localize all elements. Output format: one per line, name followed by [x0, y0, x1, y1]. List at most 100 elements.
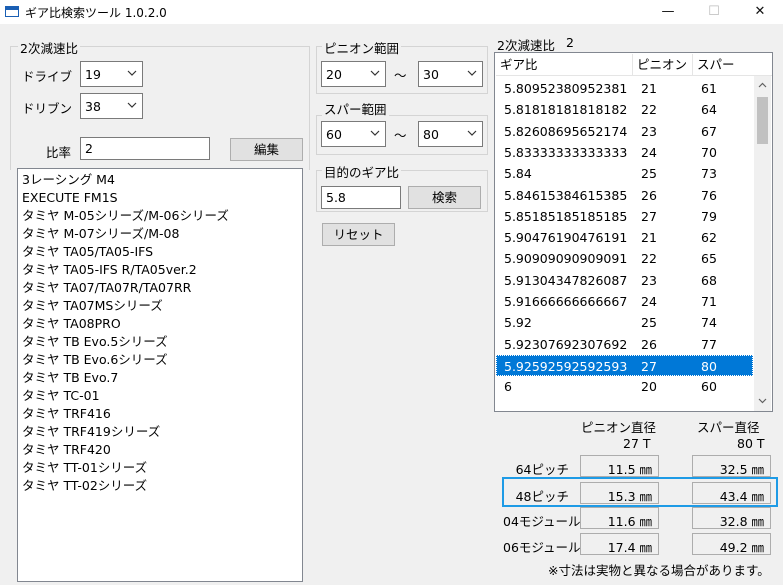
list-item[interactable]: タミヤ TT-01シリーズ: [22, 459, 147, 477]
edit-button[interactable]: 編集: [230, 138, 303, 161]
gear-ratio-table[interactable]: ギア比 ピニオン スパー 5.80952380952381 21 61 5.81818…: [494, 52, 773, 412]
reduction-group-label: 2次減速比: [18, 38, 80, 57]
reset-button[interactable]: リセット: [322, 223, 395, 246]
table-row[interactable]: 5.80952380952381 21 61: [496, 78, 753, 99]
scroll-thumb[interactable]: [757, 97, 768, 144]
table-row[interactable]: 5.85185185185185 27 79: [496, 206, 753, 227]
table-row[interactable]: 5.84615384615385 26 76: [496, 185, 753, 206]
search-button[interactable]: 検索: [408, 186, 481, 209]
maximize-button[interactable]: ☐: [691, 0, 737, 24]
table-row[interactable]: 5.90909090909091 22 65: [496, 248, 753, 269]
list-item[interactable]: タミヤ M-05シリーズ/M-06シリーズ: [22, 207, 229, 225]
cell-pinion: 23: [641, 123, 657, 139]
spur-range-tilde: 〜: [394, 128, 407, 143]
list-item[interactable]: タミヤ TB Evo.6シリーズ: [22, 351, 168, 369]
minimize-button[interactable]: —: [645, 0, 691, 24]
pinion-max-select[interactable]: 30: [418, 61, 483, 87]
cell-ratio: 5.92: [504, 315, 532, 331]
scroll-up-arrow-icon[interactable]: [758, 81, 767, 90]
target-ratio-field[interactable]: 5.8: [321, 186, 401, 209]
cell-pinion: 21: [641, 230, 657, 246]
spur-teeth-count: 80 T: [737, 436, 765, 451]
pinion-diameter-value: 11.6 ㎜: [607, 514, 652, 529]
driven-select[interactable]: 38: [80, 93, 143, 119]
list-item[interactable]: タミヤ TB Evo.5シリーズ: [22, 333, 168, 351]
table-row[interactable]: 5.91666666666667 24 71: [496, 291, 753, 312]
ratio-field[interactable]: 2: [80, 137, 210, 160]
list-item[interactable]: タミヤ TA07/TA07R/TA07RR: [22, 279, 191, 297]
table-row[interactable]: 5.92307692307692 26 77: [496, 334, 753, 355]
pinion-teeth-count: 27 T: [623, 436, 651, 451]
column-header-ratio[interactable]: ギア比: [496, 54, 633, 76]
spur-diameter-value: 32.5 ㎜: [719, 462, 764, 477]
ratio-label: 比率: [46, 145, 72, 160]
list-item[interactable]: タミヤ TA05-IFS R/TA05ver.2: [22, 261, 197, 279]
disclaimer-note: ※寸法は実物と異なる場合があります。: [548, 563, 770, 578]
spur-min-select[interactable]: 60: [321, 121, 386, 147]
list-item[interactable]: EXECUTE FM1S: [22, 189, 118, 207]
drive-select[interactable]: 19: [80, 61, 143, 87]
pinion-min-select[interactable]: 20: [321, 61, 386, 87]
pinion-diameter-header: ピニオン直径: [581, 420, 657, 435]
list-item[interactable]: タミヤ TA07MSシリーズ: [22, 297, 163, 315]
cell-spur: 73: [701, 166, 717, 182]
table-row[interactable]: 5.81818181818182 22 64: [496, 99, 753, 120]
diameter-row-label: 04モジュール: [503, 514, 581, 529]
table-row[interactable]: 5.92 25 74: [496, 312, 753, 333]
list-item[interactable]: タミヤ TRF420: [22, 441, 111, 459]
pinion-max-value: 30: [423, 67, 439, 82]
table-row[interactable]: 5.82608695652174 23 67: [496, 121, 753, 142]
target-ratio-value: 5.8: [326, 190, 346, 205]
chevron-down-icon: [467, 70, 477, 76]
list-item[interactable]: タミヤ TA05/TA05-IFS: [22, 243, 153, 261]
diameter-row-label: 06モジュール: [503, 540, 581, 555]
chevron-down-icon: [370, 130, 380, 136]
table-scrollbar[interactable]: [754, 76, 771, 411]
list-item[interactable]: タミヤ TB Evo.7: [22, 369, 118, 387]
table-row[interactable]: 5.90476190476191 21 62: [496, 227, 753, 248]
table-row[interactable]: 5.92592592592593 27 80: [496, 354, 753, 376]
chevron-down-icon: [127, 102, 137, 108]
list-item[interactable]: タミヤ TT-02シリーズ: [22, 477, 147, 495]
window-title: ギア比検索ツール 1.0.2.0: [25, 6, 167, 20]
cell-pinion: 25: [641, 315, 657, 331]
spur-diameter-header: スパー直径: [697, 420, 760, 435]
chevron-down-icon: [370, 70, 380, 76]
table-row[interactable]: 5.84 25 73: [496, 163, 753, 184]
cell-ratio: 5.84: [504, 166, 532, 182]
cell-pinion: 27: [641, 208, 657, 224]
list-item[interactable]: タミヤ TA08PRO: [22, 315, 121, 333]
column-header-spur[interactable]: スパー: [693, 54, 772, 76]
cell-ratio: 5.92592592592593: [504, 358, 628, 374]
list-item[interactable]: タミヤ TC-01: [22, 387, 100, 405]
cell-ratio: 5.81818181818182: [504, 102, 628, 118]
spur-diameter-value: 32.8 ㎜: [719, 514, 764, 529]
chevron-down-icon: [127, 70, 137, 76]
list-item[interactable]: タミヤ M-07シリーズ/M-08: [22, 225, 179, 243]
car-list[interactable]: 3レーシング M4 EXECUTE FM1S タミヤ M-05シリーズ/M-06シリ…: [17, 168, 303, 582]
close-button[interactable]: ✕: [737, 0, 783, 24]
column-header-pinion[interactable]: ピニオン: [633, 54, 693, 76]
table-row[interactable]: 5.91304347826087 23 68: [496, 270, 753, 291]
spur-diameter-value: 49.2 ㎜: [719, 540, 764, 555]
cell-ratio: 5.85185185185185: [504, 208, 628, 224]
list-item[interactable]: 3レーシング M4: [22, 171, 115, 189]
spur-min-value: 60: [326, 127, 342, 142]
cell-spur: 61: [701, 81, 717, 96]
cell-spur: 80: [701, 358, 717, 374]
highlight-48-pitch-frame: [502, 477, 778, 507]
table-row[interactable]: 6 20 60: [496, 376, 753, 397]
scroll-down-arrow-icon[interactable]: [758, 396, 767, 405]
cell-pinion: 26: [641, 187, 657, 203]
cell-ratio: 6: [504, 379, 512, 395]
table-row[interactable]: 5.83333333333333 24 70: [496, 142, 753, 163]
cell-spur: 67: [701, 123, 717, 139]
list-item[interactable]: タミヤ TRF416: [22, 405, 111, 423]
cell-spur: 71: [701, 294, 717, 309]
cell-pinion: 21: [641, 81, 657, 96]
spur-max-select[interactable]: 80: [418, 121, 483, 147]
list-item[interactable]: タミヤ TRF419シリーズ: [22, 423, 160, 441]
cell-pinion: 27: [641, 358, 657, 374]
cell-spur: 65: [701, 251, 717, 267]
cell-pinion: 25: [641, 166, 657, 182]
